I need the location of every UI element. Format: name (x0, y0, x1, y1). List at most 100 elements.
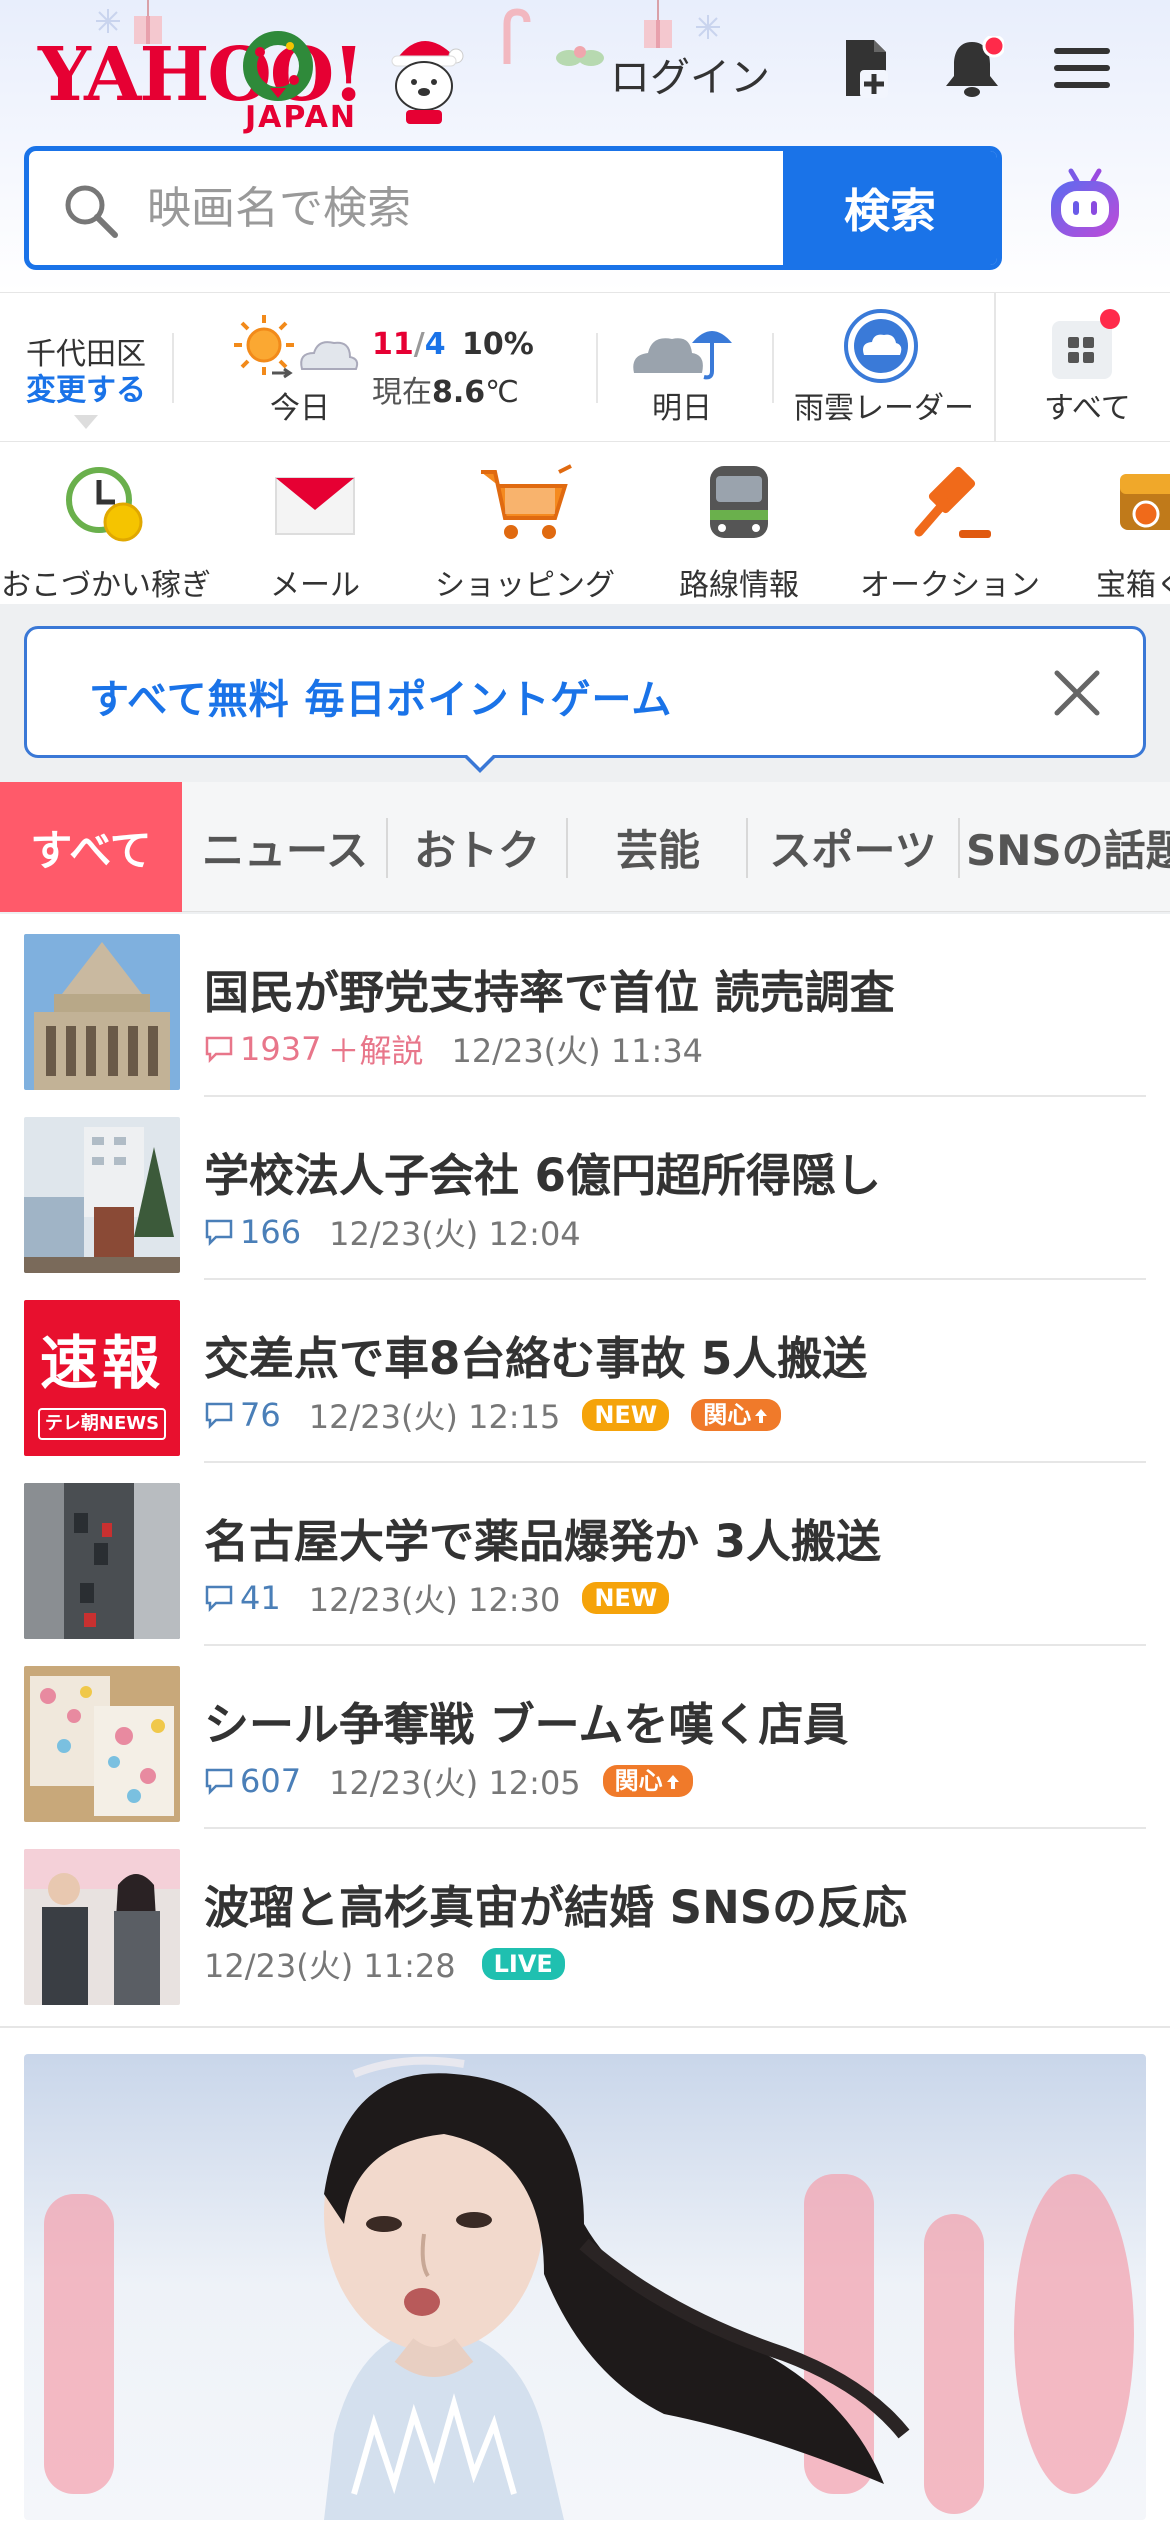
tab-divider (958, 818, 960, 878)
service-treasure[interactable]: 宝箱く (1090, 462, 1170, 604)
comment-count[interactable]: 607 (204, 1762, 301, 1800)
mascot-santa-icon (391, 40, 464, 124)
comment-count-value: 166 (240, 1213, 302, 1251)
point-game-banner[interactable]: すべて無料 毎日ポイントゲーム (24, 626, 1146, 758)
live-badge: LIVE (481, 1948, 565, 1980)
interest-label: 関心 (703, 1401, 752, 1429)
promo-pointer-inner (466, 754, 494, 768)
yahoo-japan-logo[interactable]: YAHOO! JAPAN (30, 22, 470, 135)
news-meta: 41 12/23(火) 12:30 NEW (204, 1575, 670, 1621)
service-mail[interactable]: メール (240, 462, 390, 604)
temp-separator: / (413, 327, 425, 362)
news-title: 交差点で車8台絡む事故 5人搬送 (204, 1332, 868, 1385)
news-item[interactable]: 速報 テレ朝NEWS 交差点で車8台絡む事故 5人搬送 76 12/23(火) … (0, 1280, 1170, 1463)
service-transit[interactable]: 路線情報 (668, 462, 810, 604)
tab-deals[interactable]: おトク (390, 782, 564, 912)
notification-bell-icon[interactable] (940, 36, 1004, 100)
temp-high: 11 (372, 327, 414, 362)
category-tabs: すべて ニュース おトク 芸能 スポーツ SNSの話題 (0, 782, 1170, 912)
arrow-up-icon (755, 1409, 768, 1423)
tab-divider (566, 818, 568, 878)
tomorrow-label: 明日 (652, 391, 712, 426)
login-link[interactable]: ログイン (610, 45, 770, 103)
promo-text: すべて無料 毎日ポイントゲーム (89, 677, 673, 723)
new-badge: NEW (582, 1399, 670, 1431)
temp-unit: ℃ (485, 375, 519, 410)
comment-count[interactable]: 41 (204, 1579, 281, 1617)
tab-divider (386, 818, 388, 878)
news-item[interactable]: 名古屋大学で薬品爆発か 3人搬送 41 12/23(火) 12:30 NEW (0, 1463, 1170, 1646)
tab-all[interactable]: すべて (0, 782, 182, 912)
section-divider (0, 2026, 1170, 2028)
holly-decoration-icon (556, 46, 604, 66)
candy-cane-decoration-icon (503, 8, 531, 64)
news-item[interactable]: 学校法人子会社 6億円超所得隠し 166 12/23(火) 12:04 (0, 1097, 1170, 1280)
news-time: 12/23(火) 12:04 (329, 1215, 581, 1253)
news-thumbnail (24, 1483, 180, 1639)
comment-count[interactable]: 76 (204, 1396, 281, 1434)
comment-count[interactable]: 166 (204, 1213, 301, 1251)
news-thumbnail (24, 934, 180, 1090)
news-meta: 12/23(火) 11:28 LIVE (204, 1941, 565, 1987)
comment-count-value: 607 (240, 1762, 302, 1800)
mail-icon (275, 477, 355, 535)
tab-entertainment[interactable]: 芸能 (570, 782, 746, 912)
interest-badge: 関心 (602, 1765, 693, 1797)
header: YAHOO! JAPAN ログイン 検索 (0, 0, 1170, 292)
news-item[interactable]: 波瑠と高杉真宙が結婚 SNSの反応 12/23(火) 11:28 LIVE (0, 1829, 1170, 2012)
comment-count[interactable]: 1937 ＋解説 (204, 1026, 423, 1072)
news-meta: 76 12/23(火) 12:15 NEW 関心 (204, 1392, 782, 1438)
today-label: 今日 (270, 391, 330, 426)
news-time: 12/23(火) 12:15 (308, 1398, 561, 1436)
comment-bubble-icon (205, 1585, 233, 1612)
change-location-link[interactable]: 変更する (26, 365, 146, 409)
news-time: 12/23(火) 12:30 (308, 1581, 561, 1619)
wreath-icon (243, 31, 313, 101)
cloudy-rain-icon (633, 331, 732, 380)
add-document-icon[interactable] (834, 36, 898, 100)
weather-today[interactable]: 今日 11/4 10% 現在8.6℃ (230, 293, 560, 443)
comment-count-value: 1937 (240, 1030, 322, 1068)
news-thumbnail: 速報 テレ朝NEWS (24, 1300, 180, 1456)
new-badge: NEW (582, 1582, 670, 1614)
featured-photo[interactable] (24, 2054, 1146, 2520)
service-label: 路線情報 (679, 568, 799, 603)
comment-bubble-icon (205, 1402, 233, 1429)
news-meta: 166 12/23(火) 12:04 (204, 1209, 581, 1255)
logo-sub-text: JAPAN (245, 100, 357, 135)
weather-tomorrow[interactable]: 明日 (620, 293, 760, 443)
tab-sports[interactable]: スポーツ (750, 782, 956, 912)
treasure-box-icon (1120, 474, 1170, 530)
service-label: 宝箱く (1096, 568, 1170, 603)
news-item[interactable]: 国民が野党支持率で首位 読売調査 1937 ＋解説 12/23(火) 11:34 (0, 914, 1170, 1097)
service-label: メール (270, 568, 360, 603)
tab-divider (746, 818, 748, 878)
news-title: シール争奪戦 ブームを嘆く店員 (204, 1698, 849, 1751)
rain-radar-label: 雨雲レーダー (794, 391, 974, 426)
ai-assistant-icon[interactable] (1045, 165, 1125, 245)
news-item[interactable]: シール争奪戦 ブームを嘆く店員 607 12/23(火) 12:05 関心 (0, 1646, 1170, 1829)
service-okozukai[interactable]: おこづかい稼ぎ (0, 462, 212, 604)
divider (596, 333, 598, 403)
precipitation: 10% (462, 327, 534, 362)
tab-sns[interactable]: SNSの話題 (966, 782, 1170, 912)
service-auction[interactable]: オークション (850, 462, 1050, 604)
temp-low: 4 (424, 327, 446, 362)
news-title: 名古屋大学で薬品爆発か 3人搬送 (204, 1515, 881, 1568)
current-temp-value: 8.6 (432, 375, 486, 410)
clock-coin-icon (66, 467, 143, 542)
train-icon (710, 466, 768, 538)
shopping-cart-icon (481, 464, 572, 539)
tab-news[interactable]: ニュース (186, 782, 384, 912)
close-icon[interactable] (1051, 667, 1103, 719)
snowflake-decoration-icon (696, 15, 720, 39)
service-shopping[interactable]: ショッピング (420, 462, 630, 604)
all-services-link[interactable]: すべて (1000, 293, 1170, 443)
news-meta: 1937 ＋解説 12/23(火) 11:34 (204, 1026, 703, 1072)
search-input[interactable] (29, 151, 789, 265)
search-button[interactable]: 検索 (783, 151, 997, 265)
comment-count-value: 41 (240, 1579, 281, 1617)
news-title: 国民が野党支持率で首位 読売調査 (204, 966, 895, 1019)
rain-radar-link[interactable]: 雨雲レーダー (784, 293, 984, 443)
menu-icon[interactable] (1050, 36, 1114, 100)
